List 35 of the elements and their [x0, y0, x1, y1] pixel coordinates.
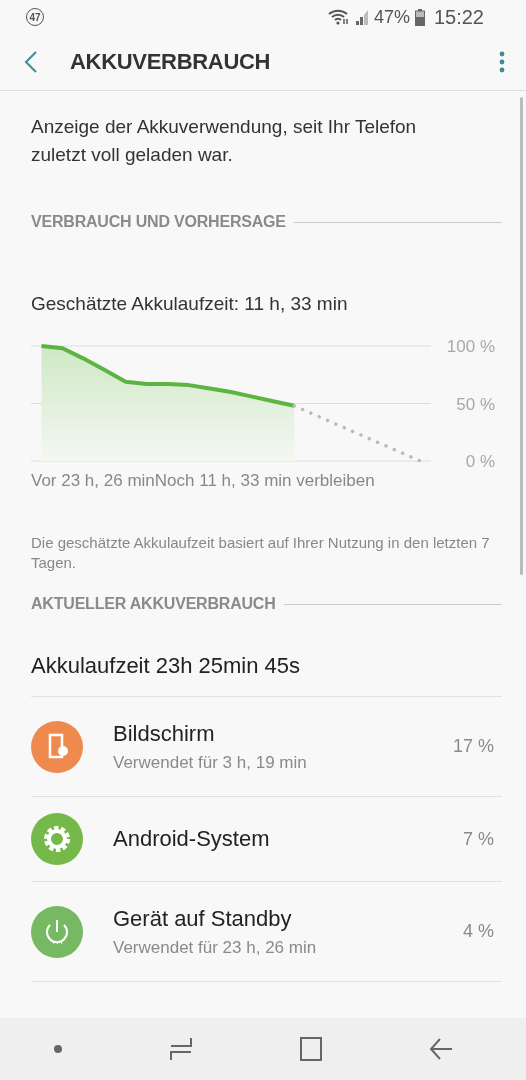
dot-icon[interactable] — [53, 1045, 62, 1053]
more-options-icon[interactable] — [498, 51, 506, 73]
description: Anzeige der Akkuverwendung, seit Ihr Telefon zuletzt voll geladen war. — [31, 115, 418, 167]
estimated-runtime: Geschätzte Akkulaufzeit: 11 h, 33 min — [31, 293, 349, 315]
usage-percent: 4 % — [462, 921, 494, 942]
section-header: AKTUELLER AKKUVERBRAUCH — [31, 595, 276, 613]
section-header: VERBRAUCH UND VORHERSAGE — [31, 213, 286, 231]
back-button[interactable] — [24, 51, 38, 73]
clock: 15:22 — [433, 5, 484, 29]
item-detail: Verwendet für 23 h, 26 min — [113, 937, 318, 958]
page-title: AKKUVERBRAUCH — [70, 49, 272, 75]
recent-apps-button[interactable] — [168, 1037, 193, 1061]
usage-item[interactable]: Android-System 7 % — [31, 797, 502, 882]
usage-item[interactable]: Bildschirm Verwendet für 3 h, 19 min 17 % — [31, 697, 502, 797]
home-button[interactable] — [299, 1037, 322, 1061]
footnote: Die geschätzte Akkulaufzeit basiert auf Ihrer Nutzung in den letzten 7 Tagen. — [31, 533, 491, 573]
axis-label: 100 % — [446, 339, 495, 356]
wifi-icon — [327, 9, 350, 25]
battery-percent: 47% — [373, 6, 410, 28]
axis-label: Vor 23 h, 26 min — [31, 471, 155, 491]
usage-item[interactable]: Gerät auf Standby Verwendet für 23 h, 26 min 4 % — [31, 882, 502, 982]
signal-icon — [354, 9, 369, 25]
usage-percent: 7 % — [462, 828, 494, 850]
axis-label: 0 % — [465, 452, 495, 469]
battery-runtime: Akkulaufzeit 23h 25min 45s — [31, 653, 502, 697]
axis-label: 50 % — [456, 394, 495, 414]
item-name: Bildschirm — [113, 720, 216, 747]
axis-label: Noch 11 h, 33 min verbleiben — [154, 471, 375, 491]
scrollbar[interactable] — [520, 97, 523, 575]
usage-percent: 17 % — [452, 736, 494, 757]
item-name: Android-System — [113, 826, 271, 852]
item-name: Gerät auf Standby — [113, 905, 293, 932]
battery-icon — [414, 8, 425, 26]
back-button[interactable] — [428, 1037, 453, 1061]
item-detail: Verwendet für 3 h, 19 min — [113, 752, 308, 773]
